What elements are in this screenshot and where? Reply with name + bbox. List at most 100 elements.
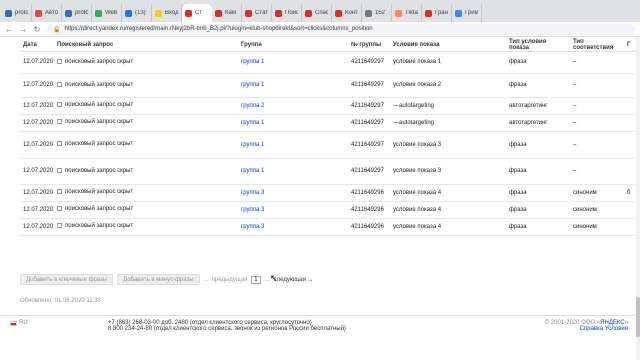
cell-condition: ---autotargeting (393, 119, 435, 126)
browser-tab[interactable]: Авто (32, 4, 62, 22)
back-icon[interactable]: ← (5, 25, 13, 34)
cell-match-type: – (573, 82, 577, 88)
row-checkbox[interactable] (57, 102, 62, 108)
cell-group-id: 4211649297 (351, 141, 384, 148)
table-row: 12.07.2020 поисковый запрос скрыт группа 1… (20, 51, 640, 74)
tab-label: Поис (285, 10, 298, 16)
row-checkbox[interactable] (57, 141, 62, 147)
add-minus-button[interactable]: Добавить в минус-фразы (117, 274, 200, 285)
row-checkbox[interactable] (57, 81, 62, 87)
cell-date: 12.07.2020 (23, 82, 54, 88)
table-row: 12.07.2020 поисковый запрос скрыт группа 1… (20, 114, 640, 132)
browser-tab[interactable]: Кам (212, 4, 242, 22)
col-group[interactable]: Группа (238, 39, 348, 52)
row-checkbox[interactable] (57, 119, 62, 125)
contacts: +7 (863) 268-03-00 доб. 2480 (отдел клие… (108, 320, 346, 332)
tab-favicon-icon (5, 9, 12, 17)
cell-condition: условие показа 4 (393, 223, 442, 230)
tab-favicon-icon (155, 9, 162, 17)
cell-group[interactable]: группа 3 (241, 207, 264, 213)
tab-label: Конт (345, 10, 358, 16)
tab-label: (13) (135, 10, 146, 16)
help-link[interactable]: Справка (580, 326, 604, 332)
col-group-id[interactable]: № группы (348, 39, 390, 52)
language-switcher[interactable]: RU (10, 320, 28, 326)
tab-favicon-icon (125, 9, 132, 17)
tab-favicon-icon (185, 9, 192, 17)
url-field[interactable]: 🔒 https://direct.yandex.ru/registered/ma… (47, 23, 635, 35)
cell-group[interactable]: группа 3 (241, 224, 264, 230)
cell-match-type: синоним (573, 223, 597, 230)
page-dots: ... (264, 277, 270, 283)
prev-page-link[interactable]: ← предыдущая (204, 277, 247, 283)
row-checkbox[interactable] (57, 189, 62, 195)
col-match-type[interactable]: Тип соответствия (570, 39, 624, 52)
tab-label: Гран (435, 10, 448, 16)
cell-group[interactable]: группа 1 (241, 82, 264, 88)
browser-tab[interactable]: Вход (152, 4, 182, 22)
col-date[interactable]: Дата (20, 39, 54, 52)
row-checkbox[interactable] (57, 206, 62, 212)
cell-match-type: – (573, 102, 577, 109)
browser-tab[interactable]: Web (92, 4, 122, 22)
browser-tab[interactable]: Грим (452, 4, 482, 22)
scrollbar-thumb[interactable] (636, 297, 640, 337)
forward-icon[interactable]: → (19, 25, 27, 34)
address-bar: ← → ↻ 🔒 https://direct.yandex.ru/registe… (0, 22, 640, 37)
cell-group-id: 4211649296 (351, 189, 384, 196)
language-label: RU (19, 320, 28, 326)
browser-tab[interactable]: Стати (242, 4, 272, 22)
col-query[interactable]: Поисковый запрос (54, 39, 238, 52)
cell-condition-type: автотаргетинг (509, 102, 548, 109)
table-row: 12.07.2020 поисковый запрос скрыт группа 1… (20, 73, 640, 98)
cell-match-type: – (573, 119, 577, 126)
browser-tab[interactable]: (13) (122, 4, 152, 22)
cell-condition: условие показа 2 (393, 82, 442, 88)
tab-label: Авто (45, 10, 58, 16)
cell-match-type: – (573, 141, 577, 148)
add-keywords-button[interactable]: Добавить в ключевые фразы (20, 274, 114, 285)
cell-query: поисковый запрос скрыт (65, 206, 134, 213)
cell-extra: б (627, 189, 631, 196)
cell-group-id: 4211649296 (351, 206, 384, 213)
cell-group[interactable]: группа 2 (241, 103, 264, 109)
table-row: 12.07.2020 поисковый запрос скрыт группа 3… (20, 218, 640, 236)
cell-group[interactable]: группа 3 (241, 190, 264, 196)
row-checkbox[interactable] (57, 58, 62, 64)
copyright: © 2001-2020 ООО «ЯНДЕКС» Справка Условия (545, 320, 628, 332)
row-checkbox[interactable] (57, 167, 62, 173)
tab-label: Ст (195, 10, 203, 16)
cell-group[interactable]: группа 1 (241, 142, 264, 148)
offer-link[interactable]: Условия (605, 326, 628, 332)
row-checkbox[interactable] (57, 223, 62, 229)
browser-tab[interactable]: Ст (182, 4, 212, 22)
page-scrollbar[interactable] (636, 37, 640, 360)
browser-tab[interactable]: Tilda (392, 4, 422, 22)
cell-date: 12.07.2020 (23, 119, 54, 126)
tab-favicon-icon (305, 9, 312, 17)
col-condition[interactable]: Условие показа (390, 39, 506, 52)
cell-group[interactable]: группа 1 (241, 120, 264, 126)
browser-tab[interactable]: Спасі (302, 4, 332, 22)
browser-tab[interactable]: Конт (332, 4, 362, 22)
cell-group-id: 4211649296 (351, 223, 384, 230)
cell-condition: условие показа 4 (393, 189, 442, 196)
table-row: 12.07.2020 поисковый запрос скрыт группа 1… (20, 131, 640, 159)
col-condition-type[interactable]: Тип условия показа (506, 39, 570, 52)
browser-tab[interactable]: protc (2, 4, 32, 22)
browser-tab[interactable]: Поис (272, 4, 302, 22)
tab-label: 152 (375, 10, 386, 16)
cell-date: 12.07.2020 (23, 59, 54, 65)
table-row: 12.07.2020 поисковый запрос скрыт группа 2… (20, 97, 640, 115)
cell-group[interactable]: группа 1 (241, 168, 264, 174)
table-row: 12.07.2020 поисковый запрос скрыт группа 3… (20, 201, 640, 219)
browser-tab[interactable]: Гран (422, 4, 452, 22)
reload-icon[interactable]: ↻ (33, 25, 41, 34)
cell-condition-type: фраза (509, 189, 527, 196)
browser-tab[interactable]: 152 (362, 4, 392, 22)
next-page-link[interactable]: следующая → (274, 277, 314, 283)
cell-group[interactable]: группа 1 (241, 59, 264, 65)
tab-favicon-icon (35, 9, 42, 17)
updated-timestamp: Обновлено: 01.08.2020 11:33 (20, 298, 101, 304)
browser-tab[interactable]: protc (62, 4, 92, 22)
